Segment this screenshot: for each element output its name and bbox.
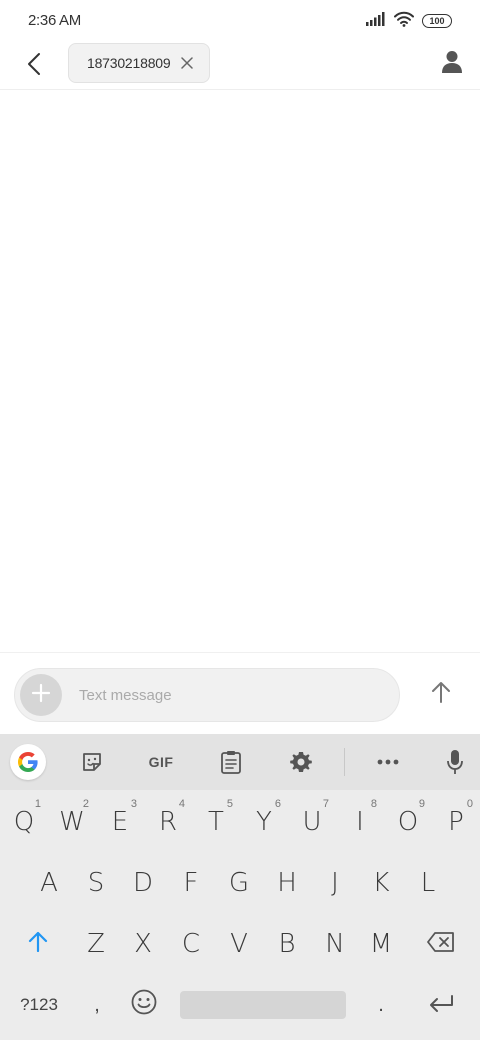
key-t[interactable]: T5 [193,792,239,852]
key-p[interactable]: P0 [433,792,479,852]
key-hint: 6 [274,798,281,810]
key-h[interactable]: H [264,853,310,913]
enter-key[interactable] [416,975,466,1035]
key-d[interactable]: D [120,853,166,913]
gif-button[interactable]: GIF [138,744,184,780]
key-hint: 5 [226,798,233,810]
key-e[interactable]: E3 [97,792,143,852]
plus-icon [31,683,51,708]
key-r[interactable]: R4 [145,792,191,852]
key-s[interactable]: S [73,853,119,913]
key-hint: 7 [322,798,329,810]
key-row-3: Z X C V B N M [0,914,480,974]
key-f[interactable]: F [168,853,214,913]
recipient-chip[interactable]: 18730218809 [68,43,210,83]
keyboard: GIF Q 1 W 2 E 3 R 4 T 5 Y 6 U 7 I 8 O 9 … [0,734,480,1040]
symbols-key[interactable]: ?123 [12,975,66,1035]
key-z[interactable]: Z [73,914,119,974]
contact-button[interactable] [438,50,466,78]
attach-button[interactable] [20,674,62,716]
back-button[interactable] [18,50,50,82]
signal-icon [366,11,386,31]
battery-icon: 100 [422,14,452,28]
key-hint: 9 [418,798,425,810]
google-icon[interactable] [10,744,46,780]
symbols-label: ?123 [20,995,58,1014]
key-l[interactable]: L [405,853,451,913]
emoji-key[interactable] [121,975,167,1035]
key-hint: 0 [466,798,473,810]
message-list[interactable] [0,91,480,651]
key-v[interactable]: V [216,914,262,974]
key-w[interactable]: W2 [49,792,95,852]
key-hint: 2 [82,798,89,810]
key-a[interactable]: A [26,853,72,913]
more-icon[interactable] [370,744,406,780]
key-j[interactable]: J [312,853,358,913]
key-hint: 3 [130,798,137,810]
status-bar: 2:36 AM 100 [0,0,480,42]
status-time: 2:36 AM [28,12,81,29]
toolbar-divider [344,748,345,776]
key-u[interactable]: U7 [289,792,335,852]
back-arrow-icon [27,52,41,81]
compose-bar [0,652,480,734]
backspace-key[interactable] [416,914,466,974]
recipient-number: 18730218809 [87,55,171,71]
keyboard-toolbar: GIF [0,734,480,790]
key-i[interactable]: I8 [337,792,383,852]
key-hint: 1 [34,798,41,810]
emoji-icon [131,989,157,1022]
send-button[interactable] [424,677,458,711]
key-g[interactable]: G [216,853,262,913]
person-icon [442,50,462,79]
clipboard-icon[interactable] [213,744,249,780]
key-hint: 4 [178,798,185,810]
key-comma[interactable]: , [74,975,120,1035]
key-m[interactable]: M [358,914,404,974]
key-period[interactable]: . [358,975,404,1035]
compose-field [14,668,400,722]
key-k[interactable]: K [358,853,404,913]
key-row-4: ?123 , . [0,975,480,1035]
gif-label: GIF [148,754,174,770]
arrow-up-icon [431,681,451,708]
status-icons: 100 [366,11,452,32]
key-hint: 8 [370,798,377,810]
key-x[interactable]: X [120,914,166,974]
key-q[interactable]: Q1 [1,792,47,852]
shift-key[interactable] [14,914,62,974]
sticker-icon[interactable] [74,744,110,780]
wifi-icon [394,11,414,32]
close-icon[interactable] [179,55,195,71]
microphone-icon[interactable] [437,744,473,780]
key-row-2: A S D F G H J K L [0,853,480,913]
shift-arrow-icon [28,929,48,959]
key-row-1: Q1 W2 E3 R4 T5 Y6 U7 I8 O9 P0 [0,792,480,852]
conversation-header: 18730218809 [0,42,480,90]
backspace-icon [427,929,455,959]
key-o[interactable]: O9 [385,792,431,852]
space-key[interactable] [180,991,346,1019]
key-b[interactable]: B [264,914,310,974]
gear-icon[interactable] [283,744,319,780]
key-n[interactable]: N [312,914,358,974]
message-input[interactable] [79,669,389,721]
enter-icon [428,990,454,1020]
key-c[interactable]: C [168,914,214,974]
key-y[interactable]: Y6 [241,792,287,852]
